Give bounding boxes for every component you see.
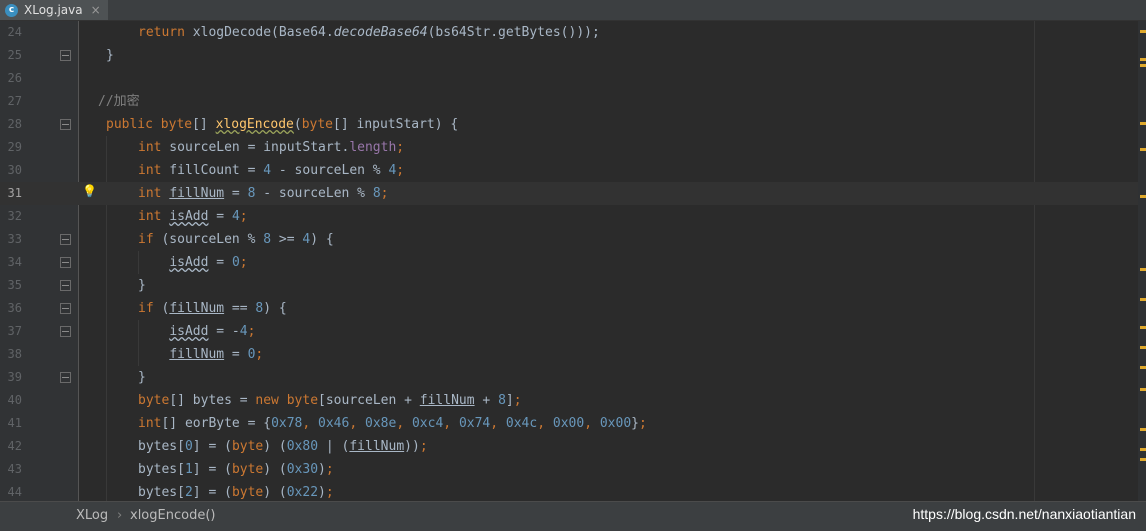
code-text: isAdd = -4;	[169, 324, 256, 339]
code-text: byte[] bytes = new byte[sourceLen + fill…	[138, 393, 522, 408]
fold-toggle-icon[interactable]	[60, 234, 71, 245]
code-text: }	[138, 278, 146, 293]
line-number: 34	[7, 255, 22, 269]
scrollbar-warning-marker[interactable]	[1140, 298, 1146, 301]
code-text: int[] eorByte = {0x78, 0x46, 0x8e, 0xc4,…	[138, 416, 647, 431]
scrollbar-warning-marker[interactable]	[1140, 326, 1146, 329]
code-line[interactable]: 26	[0, 67, 1146, 90]
code-line[interactable]: 24 return xlogDecode(Base64.decodeBase64(…	[0, 21, 1146, 44]
code-text: if (fillNum == 8) {	[138, 301, 287, 316]
breadcrumb-bar: XLog › xlogEncode() https://blog.csdn.ne…	[0, 501, 1146, 531]
line-number: 36	[7, 301, 22, 315]
tab-title: XLog.java	[24, 3, 83, 17]
line-number: 37	[7, 324, 22, 338]
watermark-url: https://blog.csdn.net/nanxiaotiantian	[912, 506, 1136, 522]
code-line[interactable]: 38 fillNum = 0;	[0, 343, 1146, 366]
fold-toggle-icon[interactable]	[60, 372, 71, 383]
code-text: return xlogDecode(Base64.decodeBase64(bs…	[138, 25, 600, 40]
line-number: 32	[7, 209, 22, 223]
code-line[interactable]: 43 bytes[1] = (byte) (0x30);	[0, 458, 1146, 481]
scrollbar-warning-marker[interactable]	[1140, 148, 1146, 151]
tab-xlog-java[interactable]: c XLog.java ×	[0, 0, 108, 20]
code-line[interactable]: 41 int[] eorByte = {0x78, 0x46, 0x8e, 0xc…	[0, 412, 1146, 435]
code-line[interactable]: 34 isAdd = 0;	[0, 251, 1146, 274]
code-text: int fillCount = 4 - sourceLen % 4;	[138, 163, 405, 178]
code-text: bytes[0] = (byte) (0x80 | (fillNum));	[138, 439, 428, 454]
scrollbar-warning-marker[interactable]	[1140, 122, 1146, 125]
code-line[interactable]: 37 isAdd = -4;	[0, 320, 1146, 343]
code-line[interactable]: 42 bytes[0] = (byte) (0x80 | (fillNum));	[0, 435, 1146, 458]
scrollbar-warning-marker[interactable]	[1140, 428, 1146, 431]
scrollbar-warning-marker[interactable]	[1140, 195, 1146, 198]
line-number: 33	[7, 232, 22, 246]
code-line[interactable]: 30 int fillCount = 4 - sourceLen % 4;	[0, 159, 1146, 182]
code-line[interactable]: 27 //加密	[0, 90, 1146, 113]
java-class-icon: c	[5, 3, 18, 17]
scrollbar-warning-marker[interactable]	[1140, 346, 1146, 349]
line-number: 35	[7, 278, 22, 292]
code-line[interactable]: 25}	[0, 44, 1146, 67]
scrollbar-warning-marker[interactable]	[1140, 388, 1146, 391]
line-number: 38	[7, 347, 22, 361]
close-icon[interactable]: ×	[91, 3, 101, 17]
code-line[interactable]: 31 💡 int fillNum = 8 - sourceLen % 8;	[0, 182, 1146, 205]
code-text: fillNum = 0;	[169, 347, 264, 362]
breadcrumb-class[interactable]: XLog	[76, 508, 108, 523]
code-line[interactable]: 40 byte[] bytes = new byte[sourceLen + fi…	[0, 389, 1146, 412]
line-number: 25	[7, 48, 22, 62]
code-text: //加密	[98, 94, 140, 109]
fold-toggle-icon[interactable]	[60, 280, 71, 291]
code-text: bytes[1] = (byte) (0x30);	[138, 462, 334, 477]
lightbulb-intention-icon[interactable]: 💡	[82, 184, 97, 198]
line-number: 39	[7, 370, 22, 384]
code-text: int isAdd = 4;	[138, 209, 248, 224]
code-text: }	[106, 48, 114, 63]
code-text: isAdd = 0;	[169, 255, 248, 270]
code-line[interactable]: 32 int isAdd = 4;	[0, 205, 1146, 228]
line-number: 27	[7, 94, 22, 108]
scrollbar-warning-marker[interactable]	[1140, 448, 1146, 451]
scrollbar-warning-marker[interactable]	[1140, 458, 1146, 461]
breadcrumb-method[interactable]: xlogEncode()	[130, 508, 215, 523]
editor-tab-bar: c XLog.java ×	[0, 0, 1146, 21]
line-number: 26	[7, 71, 22, 85]
scrollbar-warning-marker[interactable]	[1140, 268, 1146, 271]
code-text: int sourceLen = inputStart.length;	[138, 140, 405, 155]
code-line[interactable]: 28 public byte[] xlogEncode(byte[] inputS…	[0, 113, 1146, 136]
code-line[interactable]: 29 int sourceLen = inputStart.length;	[0, 136, 1146, 159]
line-number: 30	[7, 163, 22, 177]
code-line[interactable]: 39}	[0, 366, 1146, 389]
line-number: 44	[7, 485, 22, 499]
line-number: 31	[7, 186, 22, 200]
scrollbar-warning-marker[interactable]	[1140, 64, 1146, 67]
code-line[interactable]: 35}	[0, 274, 1146, 297]
code-text: public byte[] xlogEncode(byte[] inputSta…	[106, 117, 459, 132]
fold-toggle-icon[interactable]	[60, 257, 71, 268]
fold-toggle-icon[interactable]	[60, 119, 71, 130]
fold-toggle-icon[interactable]	[60, 326, 71, 337]
code-line[interactable]: 33 if (sourceLen % 8 >= 4) {	[0, 228, 1146, 251]
line-number: 41	[7, 416, 22, 430]
code-text: }	[138, 370, 146, 385]
code-text: int fillNum = 8 - sourceLen % 8;	[138, 186, 389, 201]
code-line[interactable]: 36 if (fillNum == 8) {	[0, 297, 1146, 320]
scrollbar-warning-marker[interactable]	[1140, 58, 1146, 61]
code-text: bytes[2] = (byte) (0x22);	[138, 485, 334, 500]
scrollbar-warning-marker[interactable]	[1140, 30, 1146, 33]
line-number: 40	[7, 393, 22, 407]
code-editor[interactable]: 24 return xlogDecode(Base64.decodeBase64(…	[0, 21, 1146, 501]
code-line[interactable]: 44 bytes[2] = (byte) (0x22);	[0, 481, 1146, 501]
code-text: if (sourceLen % 8 >= 4) {	[138, 232, 334, 247]
line-number: 28	[7, 117, 22, 131]
fold-toggle-icon[interactable]	[60, 50, 71, 61]
line-number: 43	[7, 462, 22, 476]
line-number: 29	[7, 140, 22, 154]
scrollbar-warning-marker[interactable]	[1140, 366, 1146, 369]
fold-toggle-icon[interactable]	[60, 303, 71, 314]
line-number: 42	[7, 439, 22, 453]
breadcrumb-separator: ›	[117, 508, 123, 523]
line-number: 24	[7, 25, 22, 39]
